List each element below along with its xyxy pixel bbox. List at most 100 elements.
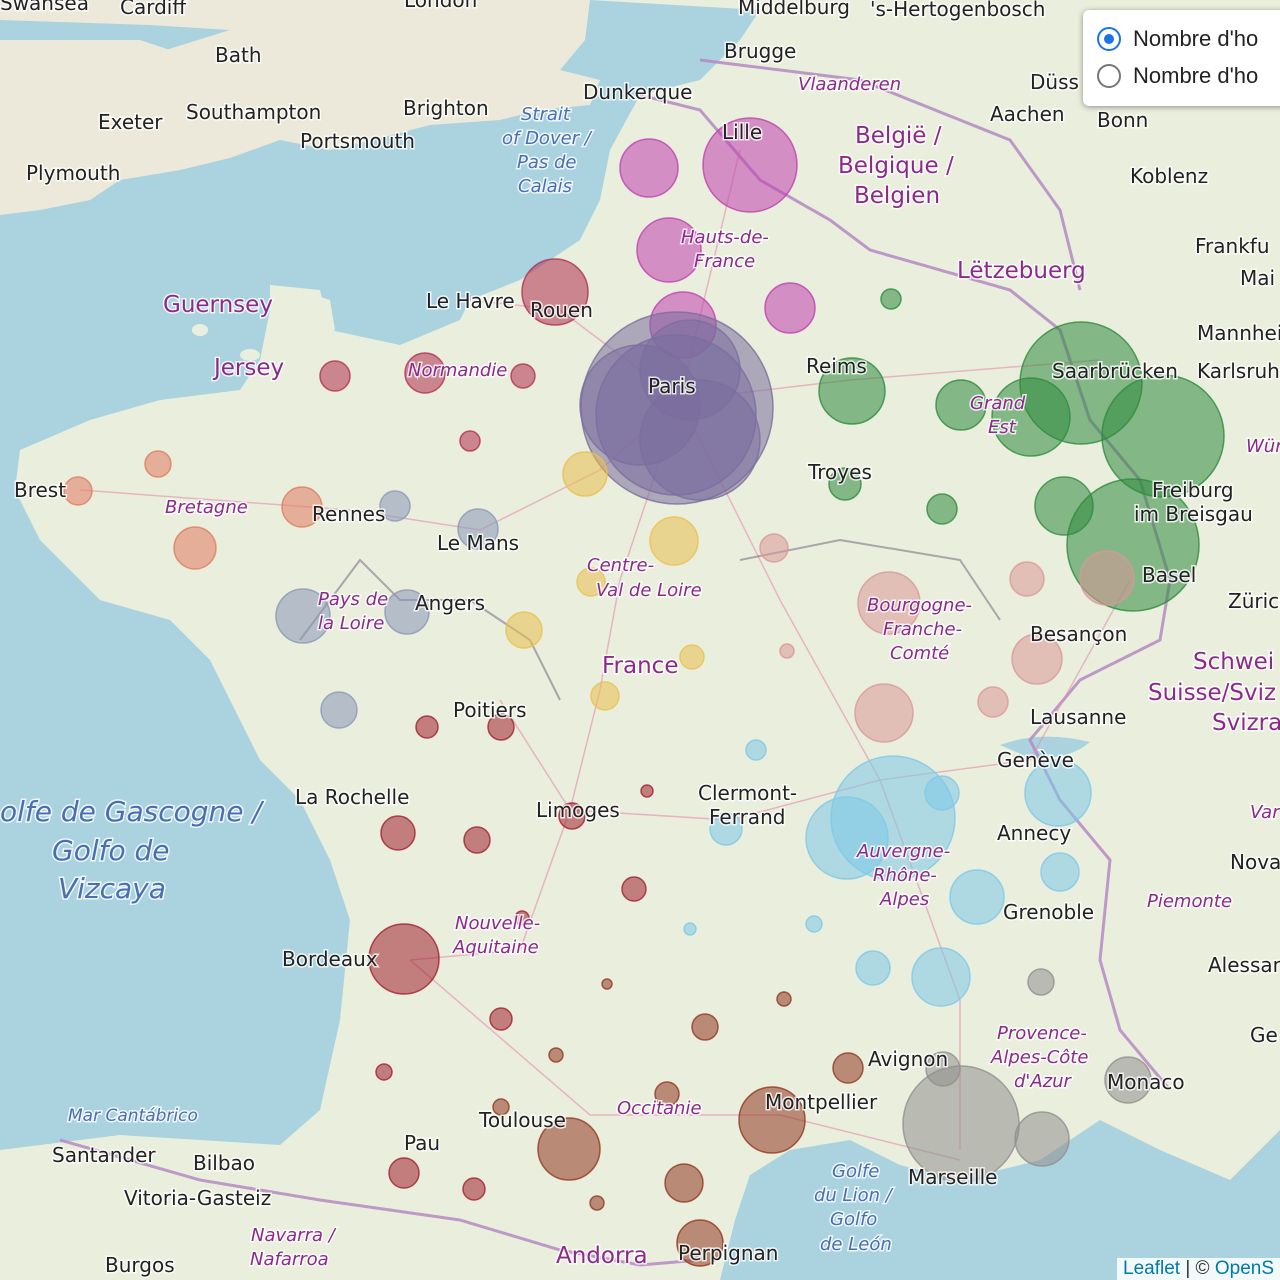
city-label: Bath [215, 43, 262, 67]
region-label: Franche- [883, 619, 962, 640]
city-label: Paris [648, 374, 696, 398]
city-label: Brighton [403, 96, 489, 120]
region-label: Normandie [408, 360, 507, 381]
sea-label: Golfo [830, 1209, 877, 1230]
city-label: Reims [806, 354, 867, 378]
country-label: Guernsey [163, 292, 273, 318]
sea-label: Mar Cantábrico [68, 1106, 198, 1126]
layer-option-label: Nombre d'ho [1133, 26, 1259, 51]
region-label: Vlaanderen [798, 74, 901, 95]
sea-label: Vizcaya [58, 872, 166, 905]
city-label: Montpellier [765, 1090, 878, 1114]
layer-control[interactable]: Nombre d'ho Nombre d'ho [1083, 10, 1280, 106]
region-label: Grand [970, 393, 1026, 414]
region-label: Bourgogne- [867, 595, 972, 616]
region-label: Centre- [587, 555, 654, 576]
city-label: Karlsruh [1197, 359, 1280, 383]
city-label: im Breisgau [1134, 502, 1253, 526]
radio-selected-icon[interactable] [1097, 27, 1121, 51]
city-label: Brugge [724, 39, 796, 63]
region-label: Pays de [318, 589, 388, 610]
sea-label: Pas de [517, 152, 576, 173]
region-label: Aquitaine [452, 937, 539, 958]
country-label: Lëtzebuerg [957, 258, 1086, 284]
city-label: Bonn [1097, 108, 1148, 132]
layer-option-label: Nombre d'ho [1133, 63, 1259, 88]
city-label: Le Havre [426, 289, 515, 313]
region-label: Alpes [879, 889, 929, 910]
city-label: Mannhei [1197, 321, 1280, 345]
country-label: Belgien [854, 183, 940, 209]
city-label: London [404, 0, 477, 12]
region-label: Rhône- [873, 865, 937, 886]
city-label: Swansea [0, 0, 89, 15]
city-label: Basel [1142, 563, 1196, 587]
city-label: Limoges [536, 798, 620, 822]
map-view[interactable]: Swansea Cardiff London Middelburg 's-Hertoge… [0, 0, 1280, 1280]
city-label: Annecy [997, 821, 1071, 845]
radio-unselected-icon[interactable] [1097, 64, 1121, 88]
sea-label: de León [820, 1234, 892, 1255]
region-label: Alpes-Côte [990, 1047, 1088, 1068]
city-label: Vitoria-Gasteiz [124, 1186, 271, 1210]
region-label: Nafarroa [250, 1249, 329, 1270]
sea-label: Golfe [832, 1161, 879, 1182]
country-label: Belgique / [838, 153, 954, 179]
region-label: Nouvelle- [455, 913, 540, 934]
region-label: Bretagne [165, 497, 248, 518]
region-label: la Loire [318, 613, 384, 634]
layer-option-2[interactable]: Nombre d'ho [1097, 63, 1258, 89]
country-label: Svizra [1212, 710, 1280, 736]
city-label: Zürich [1228, 589, 1280, 613]
sea-label: Calais [518, 176, 572, 197]
layer-option-1[interactable]: Nombre d'ho [1097, 26, 1258, 52]
city-label: Bilbao [193, 1151, 255, 1175]
city-label: Freiburg [1152, 478, 1234, 502]
region-label: Piemonte [1147, 891, 1232, 912]
sea-label: of Dover / [502, 128, 593, 149]
leaflet-link[interactable]: Leaflet [1123, 1258, 1180, 1279]
sea-label: Golfo de [52, 834, 170, 867]
country-label: Jersey [212, 355, 284, 381]
region-label: Var [1250, 802, 1280, 823]
osm-link[interactable]: OpenS [1215, 1258, 1274, 1279]
city-label: Lausanne [1030, 705, 1126, 729]
city-label: Le Mans [437, 531, 519, 555]
region-label: Navarra / [251, 1225, 337, 1246]
city-label: Exeter [98, 110, 163, 134]
region-label: Auvergne- [856, 841, 950, 862]
city-label: Cardiff [120, 0, 187, 19]
city-label: Clermont- [698, 781, 797, 805]
region-label: Occitanie [617, 1098, 702, 1119]
region-label: d'Azur [1014, 1071, 1073, 1092]
city-label: Toulouse [478, 1108, 566, 1132]
city-label: Bordeaux [282, 947, 378, 971]
city-label: Frankfu [1195, 234, 1270, 258]
city-label: Düss [1030, 70, 1079, 94]
region-label: Wür [1246, 436, 1280, 457]
city-label: Monaco [1107, 1070, 1185, 1094]
city-label: Koblenz [1130, 164, 1208, 188]
region-label: Est [988, 417, 1017, 438]
city-label: Rennes [312, 502, 385, 526]
city-label: Nova [1230, 850, 1280, 874]
city-label: Marseille [908, 1165, 997, 1189]
country-label: Suisse/Sviz [1148, 680, 1276, 706]
city-label: Rouen [530, 298, 593, 322]
region-label: Hauts-de- [681, 227, 769, 248]
city-label: Portsmouth [300, 129, 415, 153]
country-label: Schwei [1193, 649, 1274, 675]
city-label: Besançon [1030, 622, 1127, 646]
city-label: Middelburg [738, 0, 850, 19]
city-label: La Rochelle [295, 785, 409, 809]
city-label: Perpignan [678, 1241, 778, 1265]
country-label: Andorra [556, 1243, 648, 1269]
city-label: Pau [404, 1131, 440, 1155]
sea-label: olfe de Gascogne / [0, 795, 264, 828]
city-label: Grenoble [1003, 900, 1094, 924]
city-label: Brest [14, 478, 66, 502]
attribution: Leaflet | © OpenS [1117, 1258, 1280, 1280]
city-label: Dunkerque [583, 80, 692, 104]
city-label: Saarbrücken [1052, 359, 1178, 383]
label-layer: Swansea Cardiff London Middelburg 's-Hertoge… [0, 0, 1280, 1279]
